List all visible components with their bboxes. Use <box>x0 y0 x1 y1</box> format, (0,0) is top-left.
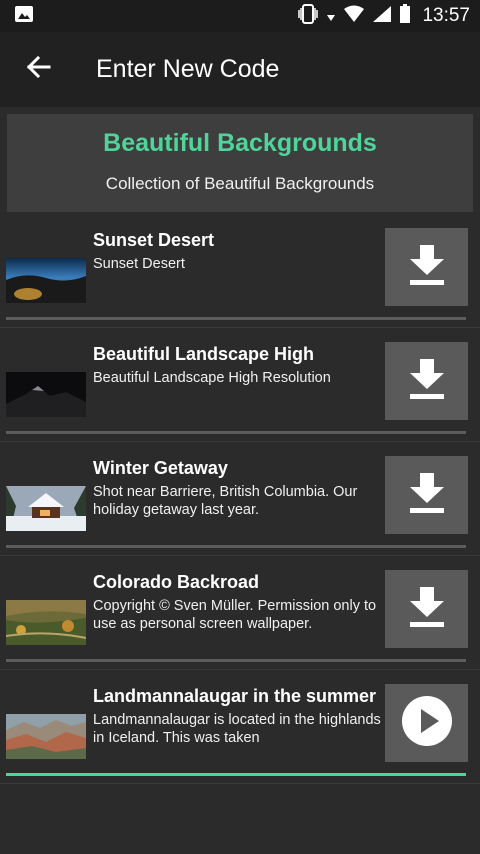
collection-title: Beautiful Backgrounds <box>103 128 377 157</box>
arrow-left-icon <box>25 55 51 84</box>
download-icon <box>407 243 447 292</box>
item-description: Beautiful Landscape High Resolution <box>93 370 331 386</box>
thumbnail-image <box>6 258 86 303</box>
thumbnail-image <box>6 372 86 417</box>
play-icon <box>401 695 453 752</box>
item-title: Sunset Desert <box>93 230 215 250</box>
item-description: Landmannalaugar is located in the highla… <box>93 712 381 746</box>
app-bar: Enter New Code <box>0 32 480 107</box>
item-description: Sunset Desert <box>93 256 185 272</box>
status-bar: 13:57 <box>0 0 480 32</box>
thumbnail-image <box>6 600 86 645</box>
collection-header: Beautiful Backgrounds Collection of Beau… <box>7 114 473 212</box>
item-divider <box>6 545 466 548</box>
item-divider <box>6 317 466 320</box>
download-button[interactable] <box>385 456 468 534</box>
item-description: Shot near Barriere, British Columbia. Ou… <box>93 484 358 518</box>
thumbnail-image <box>6 486 86 531</box>
item-title: Winter Getaway <box>93 458 228 478</box>
download-icon <box>407 357 447 406</box>
status-time: 13:57 <box>422 5 470 26</box>
item-divider <box>6 659 466 662</box>
item-title: Beautiful Landscape High <box>93 344 315 364</box>
list-item[interactable]: Beautiful Landscape High Beautiful Lands… <box>0 328 480 442</box>
signal-icon <box>372 5 392 28</box>
download-icon <box>407 585 447 634</box>
page-title: Enter New Code <box>96 55 280 83</box>
item-divider-active <box>6 773 466 776</box>
item-title: Landmannalaugar in the summer <box>93 686 377 706</box>
list-item[interactable]: Colorado Backroad Copyright © Sven Mülle… <box>0 556 480 670</box>
list-item[interactable]: Winter Getaway Shot near Barriere, Briti… <box>0 442 480 556</box>
item-divider <box>6 431 466 434</box>
download-button[interactable] <box>385 570 468 648</box>
play-button[interactable] <box>385 684 468 762</box>
download-button[interactable] <box>385 342 468 420</box>
download-button[interactable] <box>385 228 468 306</box>
collection-subtitle: Collection of Beautiful Backgrounds <box>105 173 375 193</box>
item-title: Colorado Backroad <box>93 572 260 592</box>
data-arrows-icon <box>326 4 336 29</box>
vibrate-icon <box>297 3 319 29</box>
back-button[interactable] <box>0 32 75 107</box>
item-description: Copyright © Sven Müller. Permission only… <box>93 598 377 632</box>
wifi-icon <box>343 5 365 28</box>
list-item[interactable]: Landmannalaugar in the summer Landmannal… <box>0 670 480 784</box>
image-icon <box>14 5 34 28</box>
thumbnail-image <box>6 714 86 759</box>
list-item[interactable]: Sunset Desert Sunset Desert <box>0 214 480 328</box>
battery-icon <box>399 3 411 29</box>
wallpaper-list: Sunset Desert Sunset Desert Beautiful La… <box>0 214 480 784</box>
download-icon <box>407 471 447 520</box>
